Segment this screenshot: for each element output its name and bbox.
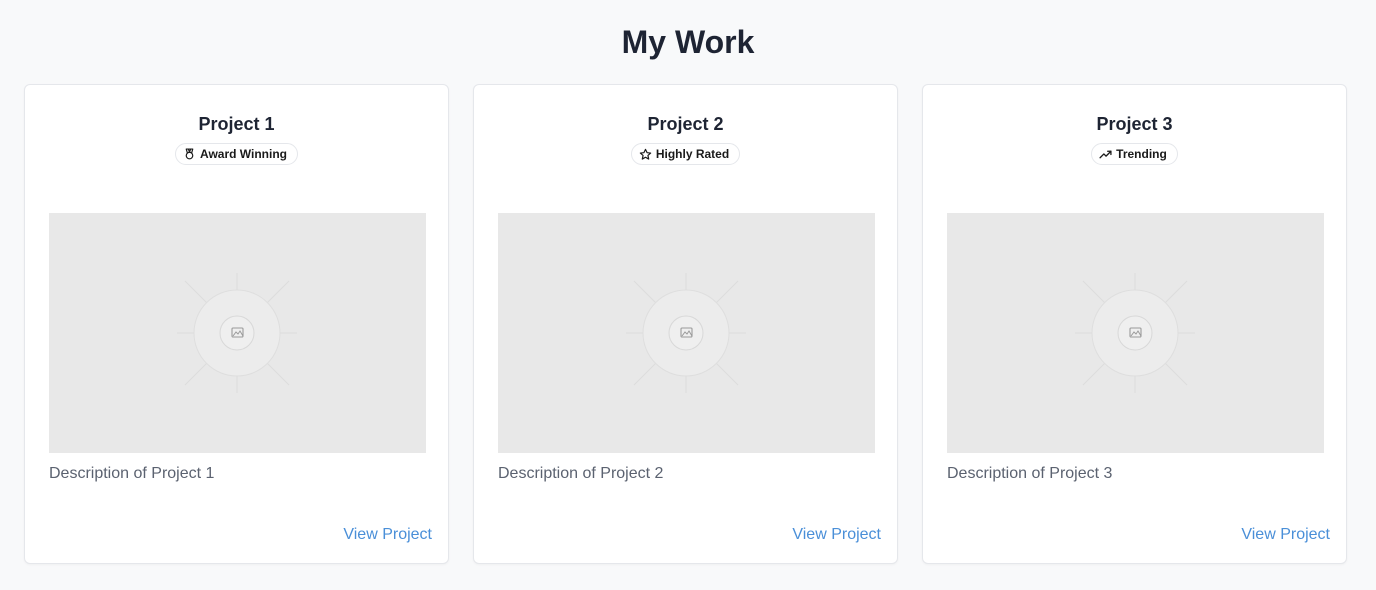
project-card: Project 1 Award Winning Description of P…	[24, 84, 449, 564]
project-title: Project 3	[1096, 114, 1173, 134]
project-badge: Award Winning	[175, 143, 298, 165]
project-description: Description of Project 1	[49, 465, 215, 482]
project-badge: Highly Rated	[630, 143, 741, 165]
project-badge: Trending	[1091, 143, 1178, 165]
award-icon	[183, 147, 196, 161]
projects-grid: Project 1 Award Winning Description of P…	[24, 84, 1347, 564]
badge-label: Award Winning	[200, 147, 287, 161]
project-title: Project 1	[198, 114, 275, 134]
project-image	[498, 213, 875, 453]
project-description: Description of Project 3	[947, 465, 1113, 482]
image-placeholder-icon	[1075, 273, 1195, 393]
page-title: My Work	[621, 24, 755, 60]
project-image	[947, 213, 1324, 453]
project-card: Project 3 Trending Description of Projec…	[922, 84, 1347, 564]
view-project-link[interactable]: View Project	[1241, 525, 1330, 545]
trending-up-icon	[1099, 148, 1112, 161]
badge-label: Highly Rated	[655, 147, 730, 161]
project-image	[49, 213, 426, 453]
project-title: Project 2	[647, 114, 724, 134]
view-project-link[interactable]: View Project	[343, 525, 432, 545]
badge-label: Trending	[1116, 147, 1167, 161]
view-project-link[interactable]: View Project	[792, 525, 881, 545]
project-description: Description of Project 2	[498, 465, 664, 482]
star-icon	[639, 148, 652, 161]
image-placeholder-icon	[626, 273, 746, 393]
project-card: Project 2 Highly Rated Description of Pr…	[473, 84, 898, 564]
image-placeholder-icon	[177, 273, 297, 393]
